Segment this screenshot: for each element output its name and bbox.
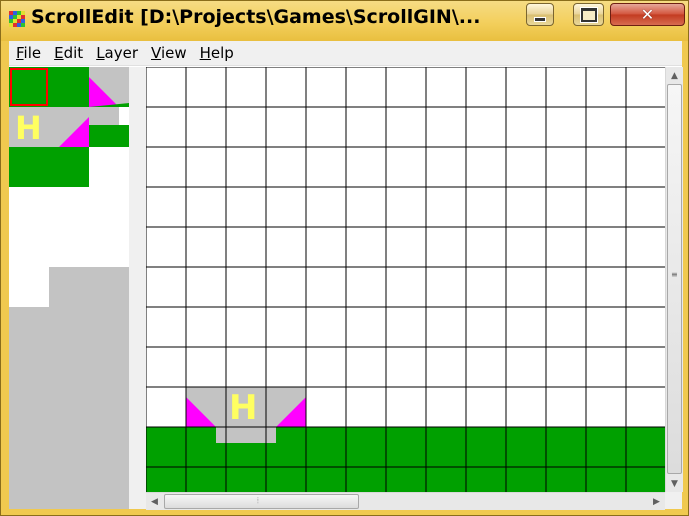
menu-file-mnemonic: F bbox=[16, 44, 24, 62]
palette-tile-grass-2[interactable] bbox=[9, 147, 49, 187]
horizontal-scrollbar[interactable]: ◀ ⦙ ▶ bbox=[146, 492, 665, 510]
menu-layer-label: ayer bbox=[104, 44, 139, 62]
menu-help-label: elp bbox=[210, 44, 234, 62]
helipad-letter: H bbox=[15, 109, 42, 147]
menu-layer[interactable]: Layer bbox=[90, 44, 144, 62]
scroll-down-icon[interactable]: ▼ bbox=[666, 475, 683, 492]
tile-palette: H bbox=[9, 67, 129, 509]
window-frame: ScrollEdit [D:\Projects\Games\ScrollGIN\… bbox=[0, 0, 689, 516]
menu-view-label: iew bbox=[160, 44, 187, 62]
scrollbar-corner bbox=[665, 492, 682, 509]
palette-tile-grass-3[interactable] bbox=[49, 147, 89, 187]
palette-tile-ramp-left[interactable] bbox=[89, 67, 129, 107]
menu-edit[interactable]: Edit bbox=[48, 44, 89, 62]
vertical-scroll-thumb[interactable]: ≡ bbox=[667, 84, 682, 474]
palette-empty-area bbox=[49, 267, 129, 307]
scroll-right-icon[interactable]: ▶ bbox=[648, 493, 665, 510]
map-helipad-letter: H bbox=[229, 388, 257, 428]
minimize-button[interactable] bbox=[526, 3, 554, 26]
minimize-icon bbox=[534, 17, 546, 22]
map-panel: H bbox=[129, 67, 666, 509]
menu-bar: File Edit Layer View Help bbox=[9, 41, 682, 66]
map-canvas[interactable]: H bbox=[146, 67, 666, 492]
menu-layer-mnemonic: L bbox=[96, 44, 105, 62]
map-grid[interactable]: H bbox=[146, 67, 666, 492]
menu-file-label: ile bbox=[23, 44, 42, 62]
hthumb-grip-icon: ⦙ bbox=[257, 496, 259, 505]
app-icon[interactable] bbox=[9, 11, 25, 27]
maximize-icon bbox=[580, 7, 597, 22]
client-area: File Edit Layer View Help H H ▲ ≡ ▼ ◀ ⦙ … bbox=[9, 41, 683, 510]
menu-file[interactable]: File bbox=[10, 44, 47, 62]
menu-help-mnemonic: H bbox=[199, 44, 211, 62]
menu-edit-label: dit bbox=[63, 44, 84, 62]
menu-view-mnemonic: V bbox=[151, 44, 161, 62]
menu-edit-mnemonic: E bbox=[54, 44, 64, 62]
palette-tile-grass-corner[interactable] bbox=[89, 107, 129, 147]
helipad-base bbox=[216, 427, 276, 443]
grass-corner-edge bbox=[119, 107, 129, 125]
palette-tile-ramp-right[interactable] bbox=[49, 107, 89, 147]
ramp-left-icon bbox=[89, 77, 129, 107]
palette-tile-grass[interactable] bbox=[49, 67, 89, 107]
scroll-left-icon[interactable]: ◀ bbox=[146, 493, 163, 510]
menu-view[interactable]: View bbox=[145, 44, 193, 62]
scroll-up-icon[interactable]: ▲ bbox=[666, 67, 683, 84]
palette-tile-helipad[interactable]: H bbox=[9, 107, 49, 147]
window-title: ScrollEdit [D:\Projects\Games\ScrollGIN\… bbox=[31, 6, 481, 28]
close-button[interactable]: ✕ bbox=[610, 3, 685, 26]
ramp-right-icon bbox=[59, 117, 89, 147]
palette-empty-area-lower bbox=[9, 307, 129, 509]
palette-tile-grass-selected[interactable] bbox=[9, 67, 49, 107]
map-left-margin bbox=[129, 67, 146, 509]
selection-frame bbox=[10, 68, 48, 106]
menu-help[interactable]: Help bbox=[194, 44, 240, 62]
close-icon: ✕ bbox=[640, 4, 655, 24]
vertical-scrollbar[interactable]: ▲ ≡ ▼ bbox=[665, 67, 683, 492]
thumb-grip-icon: ≡ bbox=[671, 270, 678, 279]
horizontal-scroll-thumb[interactable]: ⦙ bbox=[164, 494, 359, 509]
maximize-button[interactable] bbox=[573, 3, 604, 26]
